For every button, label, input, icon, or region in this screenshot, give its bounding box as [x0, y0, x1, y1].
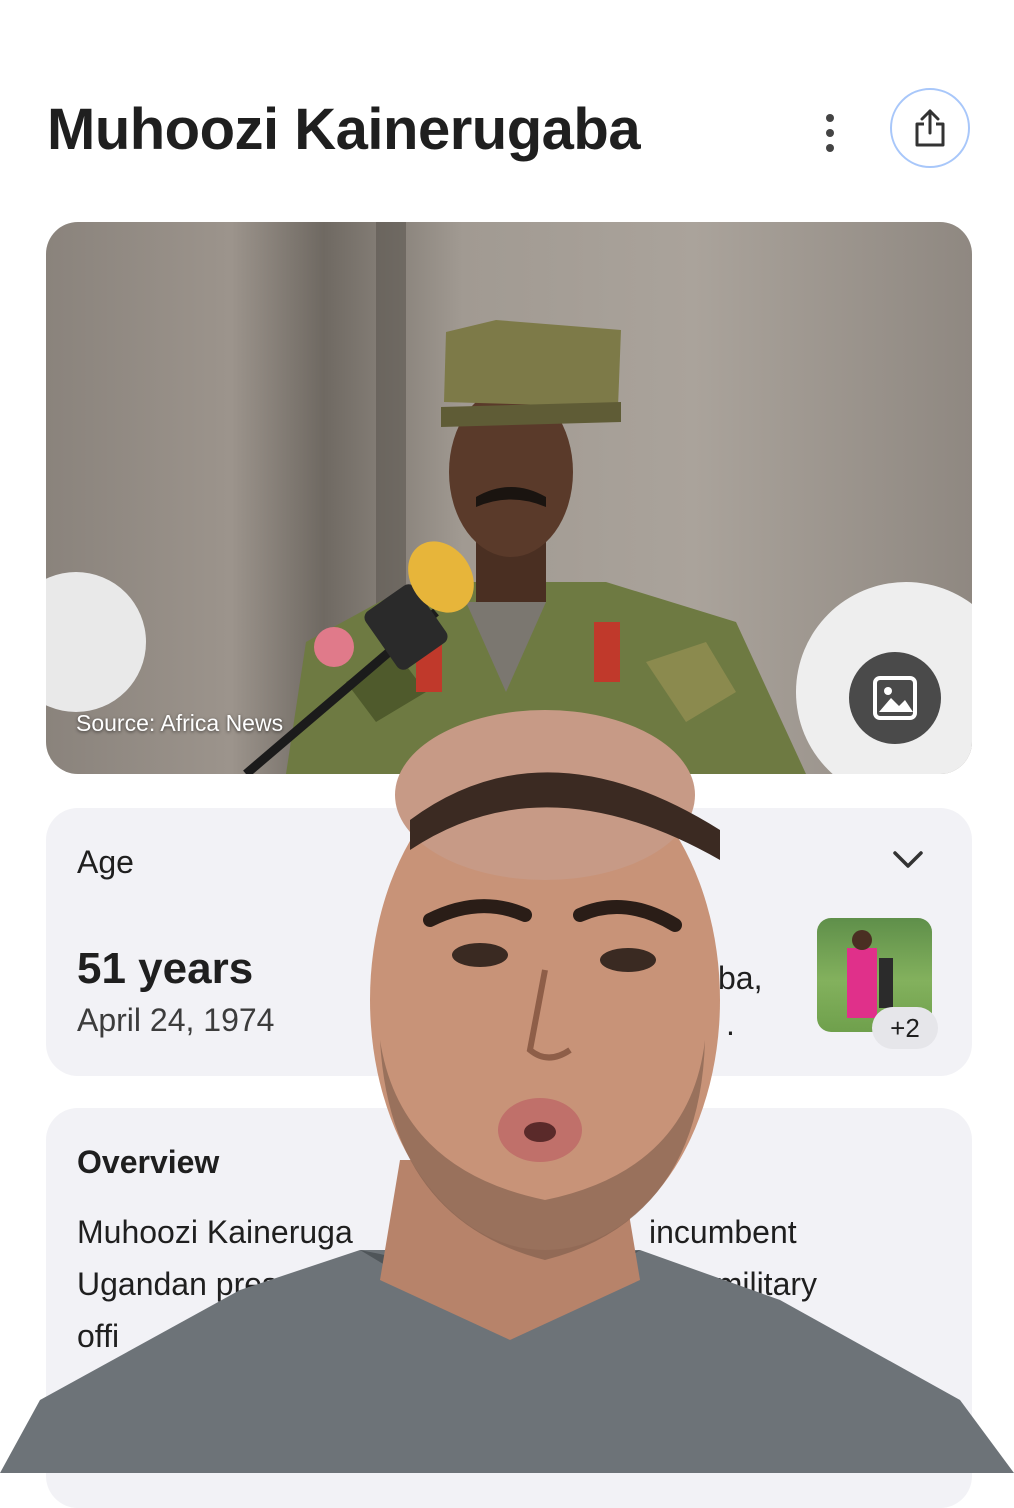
more-vert-icon-dot: [826, 144, 834, 152]
more-options-button[interactable]: [808, 108, 852, 158]
hero-image[interactable]: Source: Africa News: [46, 222, 972, 774]
share-button[interactable]: [890, 88, 970, 168]
more-vert-icon: [826, 114, 834, 122]
portrait-photo: [46, 222, 972, 774]
page-title: Muhoozi Kainerugaba: [47, 97, 641, 162]
presenter-overlay: [0, 710, 1014, 1473]
more-vert-icon-dot: [826, 129, 834, 137]
share-icon: [915, 109, 945, 147]
